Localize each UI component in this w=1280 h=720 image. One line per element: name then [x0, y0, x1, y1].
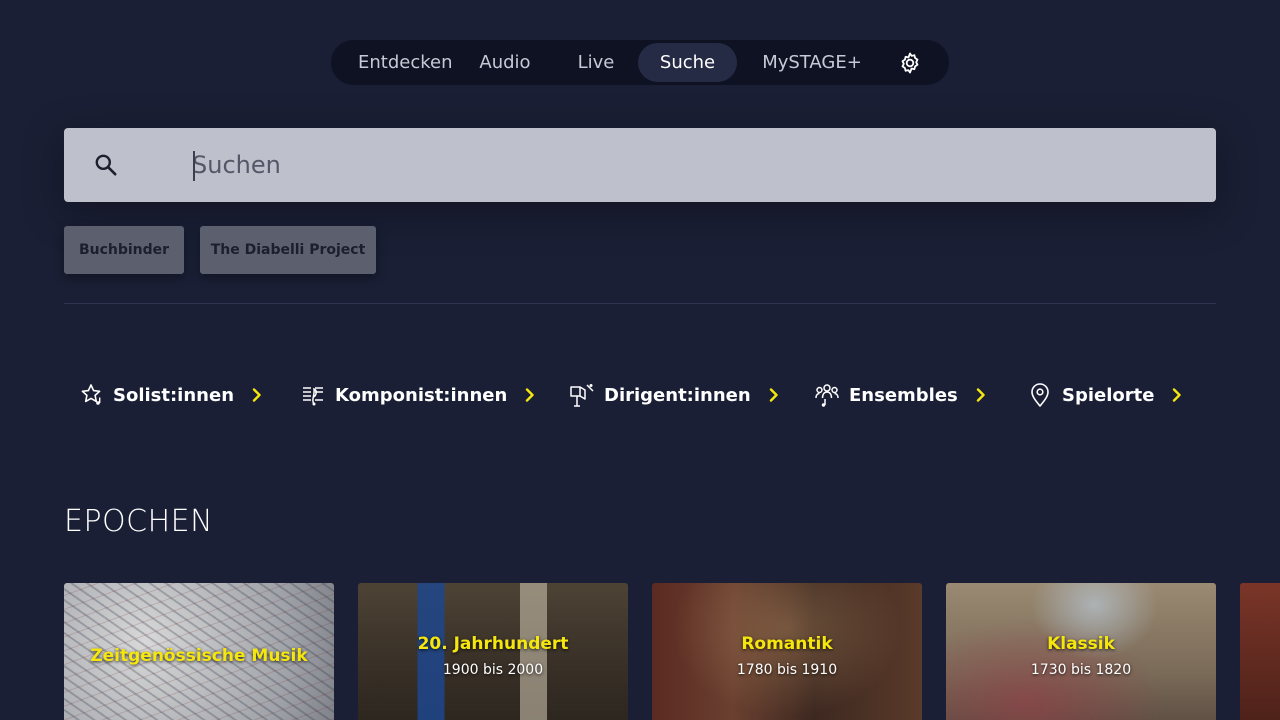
nav-item-mystage-plus[interactable]: MySTAGE+ — [761, 40, 863, 85]
recent-search-chip-buchbinder[interactable]: Buchbinder — [64, 226, 184, 274]
category-link-solistinnen[interactable]: Solist:innen — [78, 380, 264, 410]
epoch-card-subtitle: 1900 bis 2000 — [442, 662, 544, 678]
category-link-ensembles[interactable]: Ensembles — [814, 380, 988, 410]
epoch-card-klassik[interactable]: Klassik 1730 bis 1820 — [946, 583, 1216, 720]
chevron-right-icon — [526, 388, 535, 402]
search-bar — [64, 128, 1216, 202]
chevron-right-icon — [252, 388, 261, 402]
nav-item-live[interactable]: Live — [567, 40, 625, 85]
epoch-card-20-jahrhundert[interactable]: 20. Jahrhundert 1900 bis 2000 — [358, 583, 628, 720]
category-link-komponistinnen[interactable]: Komponist:innen — [300, 380, 537, 410]
epoch-card-zeitgenoessische-musik[interactable]: Zeitgenössische Musik — [64, 583, 334, 720]
chevron-right-icon — [1173, 388, 1182, 402]
search-input[interactable] — [192, 128, 1192, 202]
category-label: Spielorte — [1062, 384, 1155, 406]
category-link-spielorte[interactable]: Spielorte — [1027, 380, 1184, 410]
category-label: Komponist:innen — [335, 384, 508, 406]
location-pin-icon — [1031, 383, 1049, 407]
text-cursor — [193, 151, 195, 181]
section-title-epochen: EPOCHEN — [64, 504, 214, 539]
epoch-card-partial[interactable] — [1240, 583, 1280, 720]
group-icon — [815, 384, 839, 407]
search-page: Entdecken Audio Live Suche MySTAGE+ Buch… — [0, 0, 1280, 720]
category-label: Solist:innen — [113, 384, 235, 406]
epoch-card-title: Romantik — [741, 634, 833, 654]
epoch-card-title: Klassik — [1047, 634, 1115, 654]
nav-item-suche[interactable]: Suche — [638, 43, 737, 82]
star-music-icon — [81, 384, 101, 405]
nav-item-audio[interactable]: Audio — [471, 40, 539, 85]
conductor-stand-icon — [570, 384, 594, 407]
category-label: Ensembles — [849, 384, 958, 406]
epoch-card-title: Zeitgenössische Musik — [90, 646, 308, 666]
nav-item-entdecken[interactable]: Entdecken — [358, 40, 453, 85]
search-icon — [95, 154, 117, 176]
chevron-right-icon — [769, 388, 778, 402]
epoch-card-subtitle: 1730 bis 1820 — [1030, 662, 1132, 678]
epoch-card-subtitle: 1780 bis 1910 — [736, 662, 838, 678]
section-divider — [64, 303, 1216, 304]
category-link-dirigentinnen[interactable]: Dirigent:innen — [569, 380, 781, 410]
epoch-card-title: 20. Jahrhundert — [417, 634, 569, 654]
recent-search-chip-diabelli-project[interactable]: The Diabelli Project — [200, 226, 376, 274]
category-label: Dirigent:innen — [604, 384, 751, 406]
chevron-right-icon — [976, 388, 985, 402]
epoch-card-romantik[interactable]: Romantik 1780 bis 1910 — [652, 583, 922, 720]
gear-icon[interactable] — [898, 51, 922, 75]
sheet-music-icon — [303, 387, 323, 406]
top-navigation: Entdecken Audio Live Suche MySTAGE+ — [331, 40, 949, 85]
